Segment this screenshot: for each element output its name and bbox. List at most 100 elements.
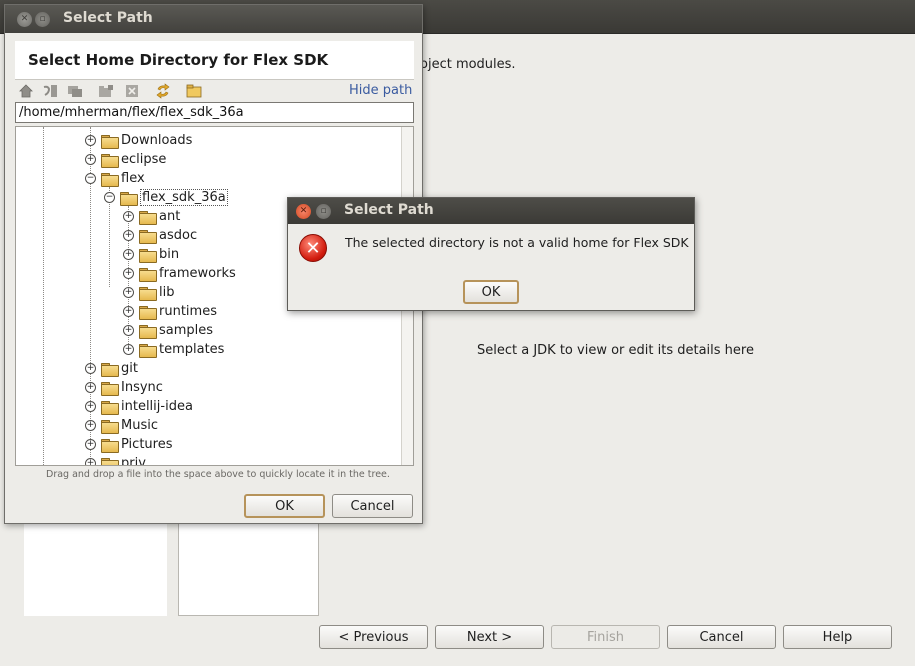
expand-icon[interactable]: + xyxy=(123,325,134,336)
folder-icon xyxy=(101,419,119,434)
module-icon[interactable] xyxy=(66,82,84,100)
tree-item-label: flex xyxy=(121,171,145,186)
tree-item-samples[interactable]: + samples xyxy=(123,321,213,340)
error-ok-button[interactable]: OK xyxy=(463,280,519,304)
previous-button[interactable]: < Previous xyxy=(319,625,428,649)
tree-guide-line xyxy=(43,127,44,465)
expand-icon[interactable]: + xyxy=(123,249,134,260)
tree-item-eclipse[interactable]: + eclipse xyxy=(85,150,166,169)
expand-icon[interactable]: + xyxy=(123,344,134,355)
chooser-header: Select Home Directory for Flex SDK xyxy=(15,41,414,79)
tree-item-insync[interactable]: + Insync xyxy=(85,378,163,397)
project-icon[interactable] xyxy=(41,82,59,100)
expand-icon[interactable]: + xyxy=(85,382,96,393)
help-button-label: Help xyxy=(822,629,853,645)
tree-item-label: Insync xyxy=(121,380,163,395)
next-button-label: Next > xyxy=(466,629,513,645)
expand-icon[interactable]: + xyxy=(85,154,96,165)
expand-icon[interactable]: + xyxy=(123,287,134,298)
tree-item-label: frameworks xyxy=(159,266,236,281)
folder-icon xyxy=(139,343,157,358)
expand-icon[interactable]: + xyxy=(85,420,96,431)
wizard-description: oject modules. xyxy=(420,57,516,72)
new-folder-icon[interactable] xyxy=(97,82,115,100)
chooser-ok-label: OK xyxy=(275,498,294,514)
header-divider xyxy=(15,79,414,80)
sdk-list-panel xyxy=(24,520,167,616)
tree-item-priv[interactable]: + priv xyxy=(85,454,146,466)
tree-item-ant[interactable]: + ant xyxy=(123,207,180,226)
help-button[interactable]: Help xyxy=(783,625,892,649)
tree-item-git[interactable]: + git xyxy=(85,359,138,378)
collapse-icon[interactable]: − xyxy=(104,192,115,203)
folder-icon xyxy=(139,248,157,263)
folder-icon xyxy=(101,153,119,168)
error-message: The selected directory is not a valid ho… xyxy=(345,235,689,250)
tree-item-label: bin xyxy=(159,247,180,262)
chooser-ok-button[interactable]: OK xyxy=(244,494,325,518)
tree-item-label: samples xyxy=(159,323,214,338)
close-icon[interactable]: ✕ xyxy=(296,204,311,219)
tree-item-label: Pictures xyxy=(121,437,173,452)
tree-item-runtimes[interactable]: + runtimes xyxy=(123,302,217,321)
show-hidden-icon[interactable] xyxy=(185,82,203,100)
tree-item-asdoc[interactable]: + asdoc xyxy=(123,226,197,245)
folder-icon xyxy=(101,362,119,377)
next-button[interactable]: Next > xyxy=(435,625,544,649)
tree-item-frameworks[interactable]: + frameworks xyxy=(123,264,236,283)
folder-icon xyxy=(139,324,157,339)
expand-icon[interactable]: + xyxy=(85,458,96,465)
refresh-icon[interactable] xyxy=(154,82,172,100)
error-window-title: Select Path xyxy=(344,202,434,218)
wizard-cancel-button-label: Cancel xyxy=(699,629,744,645)
folder-icon xyxy=(101,400,119,415)
chooser-cancel-button[interactable]: Cancel xyxy=(332,494,413,518)
home-icon[interactable] xyxy=(17,82,35,100)
folder-icon xyxy=(139,305,157,320)
expand-icon[interactable]: + xyxy=(85,401,96,412)
path-input[interactable] xyxy=(15,102,414,123)
finish-button-label: Finish xyxy=(586,629,624,645)
expand-icon[interactable]: + xyxy=(85,363,96,374)
folder-icon xyxy=(101,134,119,149)
expand-icon[interactable]: + xyxy=(123,211,134,222)
tree-item-bin[interactable]: + bin xyxy=(123,245,179,264)
tree-item-templates[interactable]: + templates xyxy=(123,340,224,359)
tree-item-flex[interactable]: − flex xyxy=(85,169,145,188)
tree-item-label: Music xyxy=(121,418,158,433)
close-icon[interactable]: ✕ xyxy=(17,12,32,27)
hide-path-link[interactable]: Hide path xyxy=(349,83,412,98)
minimize-icon[interactable]: ▫ xyxy=(35,12,50,27)
expand-icon[interactable]: + xyxy=(123,306,134,317)
tree-item-label: lib xyxy=(159,285,175,300)
chooser-window-title: Select Path xyxy=(63,10,153,26)
error-titlebar: ✕ ▫ Select Path xyxy=(288,198,694,224)
tree-item-downloads[interactable]: + Downloads xyxy=(85,131,192,150)
tree-item-pictures[interactable]: + Pictures xyxy=(85,435,172,454)
expand-icon[interactable]: + xyxy=(85,439,96,450)
open-folder-icon xyxy=(120,191,138,206)
tree-item-music[interactable]: + Music xyxy=(85,416,158,435)
chooser-cancel-label: Cancel xyxy=(350,498,395,514)
tree-item-lib[interactable]: + lib xyxy=(123,283,174,302)
chooser-titlebar: ✕ ▫ Select Path xyxy=(5,5,422,33)
tree-item-label: asdoc xyxy=(159,228,198,243)
wizard-cancel-button[interactable]: Cancel xyxy=(667,625,776,649)
folder-icon xyxy=(139,210,157,225)
minimize-icon[interactable]: ▫ xyxy=(316,204,331,219)
tree-item-label: priv xyxy=(121,456,146,466)
folder-icon xyxy=(139,267,157,282)
folder-icon xyxy=(101,381,119,396)
expand-icon[interactable]: + xyxy=(123,268,134,279)
collapse-icon[interactable]: − xyxy=(85,173,96,184)
folder-icon xyxy=(101,438,119,453)
folder-icon xyxy=(101,457,119,465)
tree-item-flex-sdk[interactable]: − flex_sdk_36a xyxy=(104,188,228,207)
delete-icon[interactable] xyxy=(123,82,141,100)
expand-icon[interactable]: + xyxy=(123,230,134,241)
jdk-hint-text: Select a JDK to view or edit its details… xyxy=(477,343,754,358)
tree-item-intellij-idea[interactable]: + intellij-idea xyxy=(85,397,193,416)
finish-button[interactable]: Finish xyxy=(551,625,660,649)
tree-item-label: Downloads xyxy=(121,133,193,148)
expand-icon[interactable]: + xyxy=(85,135,96,146)
